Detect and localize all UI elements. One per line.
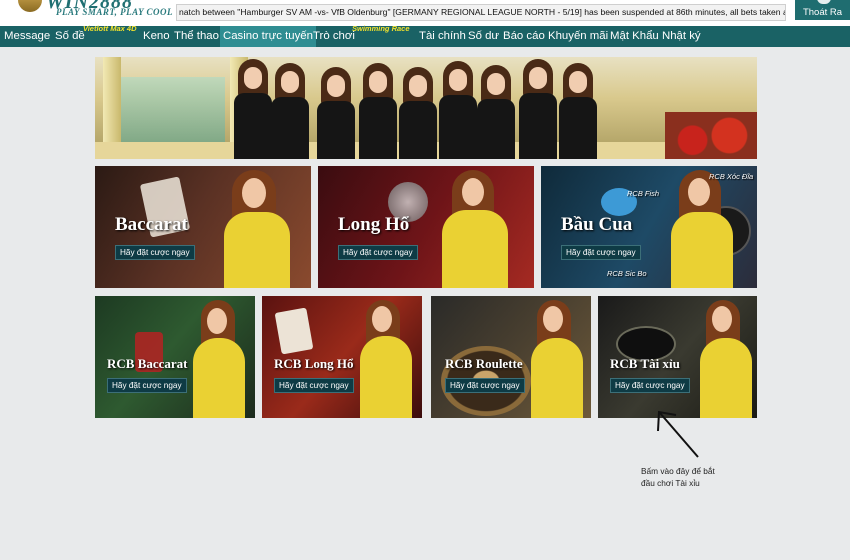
game-card-rcb-tai-xiu[interactable]: RCB Tài xỉu Hãy đặt cược ngay bbox=[598, 296, 757, 418]
banner-model bbox=[555, 63, 601, 159]
nav-label: Số dư bbox=[468, 30, 500, 42]
nav-badge-swimming-race: Swimming Race bbox=[352, 24, 410, 33]
banner-model bbox=[473, 65, 519, 159]
casino-banner bbox=[95, 57, 757, 159]
game-title: Bầu Cua bbox=[561, 214, 633, 235]
game-title: RCB Tài xỉu bbox=[610, 356, 680, 371]
annotation-line-2: đầu chơi Tài xỉu bbox=[641, 478, 700, 488]
card-model bbox=[428, 166, 528, 288]
nav-label: Mật Khẩu bbox=[610, 30, 659, 42]
site-logo[interactable]: WIN2888 PLAY SMART, PLAY COOL bbox=[0, 0, 175, 26]
play-now-button[interactable]: Hãy đặt cược ngay bbox=[338, 245, 418, 260]
nav-item-khuyen-mai[interactable]: Khuyến mãi bbox=[548, 26, 608, 47]
annotation-line-1: Bấm vào đây để bắt bbox=[641, 466, 715, 476]
nav-label: Thể thao bbox=[174, 30, 219, 42]
main-nav: Message Số đề Vietlott Max 4D Keno Thể t… bbox=[0, 24, 850, 47]
game-title: RCB Baccarat bbox=[107, 356, 188, 371]
play-now-button[interactable]: Hãy đặt cược ngay bbox=[274, 378, 354, 393]
nav-label: Khuyến mãi bbox=[548, 30, 609, 42]
top-bar: WIN2888 PLAY SMART, PLAY COOL natch betw… bbox=[0, 0, 850, 26]
logo-tagline: PLAY SMART, PLAY COOL bbox=[56, 7, 174, 17]
banner-flowers bbox=[665, 112, 757, 159]
banner-model bbox=[313, 67, 359, 159]
tag-rcb-fish: RCB Fish bbox=[627, 189, 660, 198]
play-now-button[interactable]: Hãy đặt cược ngay bbox=[445, 378, 525, 393]
nav-label: Tài chính bbox=[419, 30, 466, 42]
nav-label: Message bbox=[4, 30, 51, 42]
game-title: Baccarat bbox=[115, 214, 188, 235]
nav-label: Nhật ký bbox=[662, 30, 701, 42]
card-model bbox=[694, 296, 757, 418]
nav-item-tai-chinh[interactable]: Tài chính bbox=[419, 26, 466, 47]
play-now-button[interactable]: Hãy đặt cược ngay bbox=[107, 378, 187, 393]
tag-rcb-sic-bo: RCB Sic Bo bbox=[607, 269, 647, 278]
game-card-rcb-long-ho[interactable]: RCB Long Hổ Hãy đặt cược ngay bbox=[262, 296, 422, 418]
play-now-button[interactable]: Hãy đặt cược ngay bbox=[561, 245, 641, 260]
game-title: RCB Long Hổ bbox=[274, 356, 354, 371]
game-card-rcb-baccarat[interactable]: RCB Baccarat Hãy đặt cược ngay bbox=[95, 296, 255, 418]
nav-item-nhat-ky[interactable]: Nhật ký bbox=[662, 26, 701, 47]
game-card-baccarat[interactable]: Baccarat Hãy đặt cược ngay bbox=[95, 166, 311, 288]
banner-window bbox=[115, 77, 225, 147]
card-model bbox=[659, 166, 755, 288]
nav-item-so-du[interactable]: Số dư bbox=[468, 26, 499, 47]
play-now-button[interactable]: Hãy đặt cược ngay bbox=[610, 378, 690, 393]
logo-emblem-icon bbox=[18, 0, 42, 12]
card-model bbox=[183, 296, 255, 418]
news-ticker: natch between "Hamburger SV AM -vs- VfB … bbox=[176, 4, 786, 21]
nav-item-the-thao[interactable]: Thể thao bbox=[174, 26, 219, 47]
nav-item-mat-khau[interactable]: Mật Khẩu bbox=[610, 26, 659, 47]
game-title: Long Hổ bbox=[338, 214, 410, 235]
game-card-rcb-roulette[interactable]: RCB Roulette Hãy đặt cược ngay bbox=[431, 296, 591, 418]
card-model bbox=[523, 296, 591, 418]
tag-rcb-xoc-dia: RCB Xóc Đĩa bbox=[709, 172, 754, 181]
nav-item-bao-cao[interactable]: Báo cáo bbox=[503, 26, 545, 47]
card-model bbox=[352, 296, 422, 418]
nav-item-message[interactable]: Message bbox=[4, 26, 50, 47]
nav-label: Keno bbox=[143, 30, 170, 42]
annotation-arrow-icon bbox=[657, 410, 699, 458]
nav-item-so-de[interactable]: Số đề bbox=[55, 26, 85, 47]
nav-item-tro-choi[interactable]: Trò chơi bbox=[313, 26, 355, 47]
game-card-bau-cua[interactable]: RCB Fish RCB Xóc Đĩa RCB Sic Bo Bầu Cua … bbox=[541, 166, 757, 288]
nav-item-casino[interactable]: Casino trực tuyến bbox=[220, 26, 316, 47]
banner-model bbox=[267, 63, 313, 159]
nav-label: Số đề bbox=[55, 30, 85, 42]
nav-label: Casino trực tuyến bbox=[223, 30, 313, 42]
card-model bbox=[210, 166, 310, 288]
logout-label: Thoát Ra bbox=[802, 7, 843, 18]
game-card-long-ho[interactable]: Long Hổ Hãy đặt cược ngay bbox=[318, 166, 534, 288]
game-title: RCB Roulette bbox=[445, 356, 523, 371]
nav-label: Báo cáo bbox=[503, 30, 545, 42]
annotation-note: Bấm vào đây để bắt đầu chơi Tài xỉu bbox=[641, 465, 761, 489]
play-now-button[interactable]: Hãy đặt cược ngay bbox=[115, 245, 195, 260]
nav-badge-vietlott: Vietlott Max 4D bbox=[83, 24, 137, 33]
nav-label: Trò chơi bbox=[313, 30, 355, 42]
nav-item-keno[interactable]: Keno bbox=[143, 26, 170, 47]
